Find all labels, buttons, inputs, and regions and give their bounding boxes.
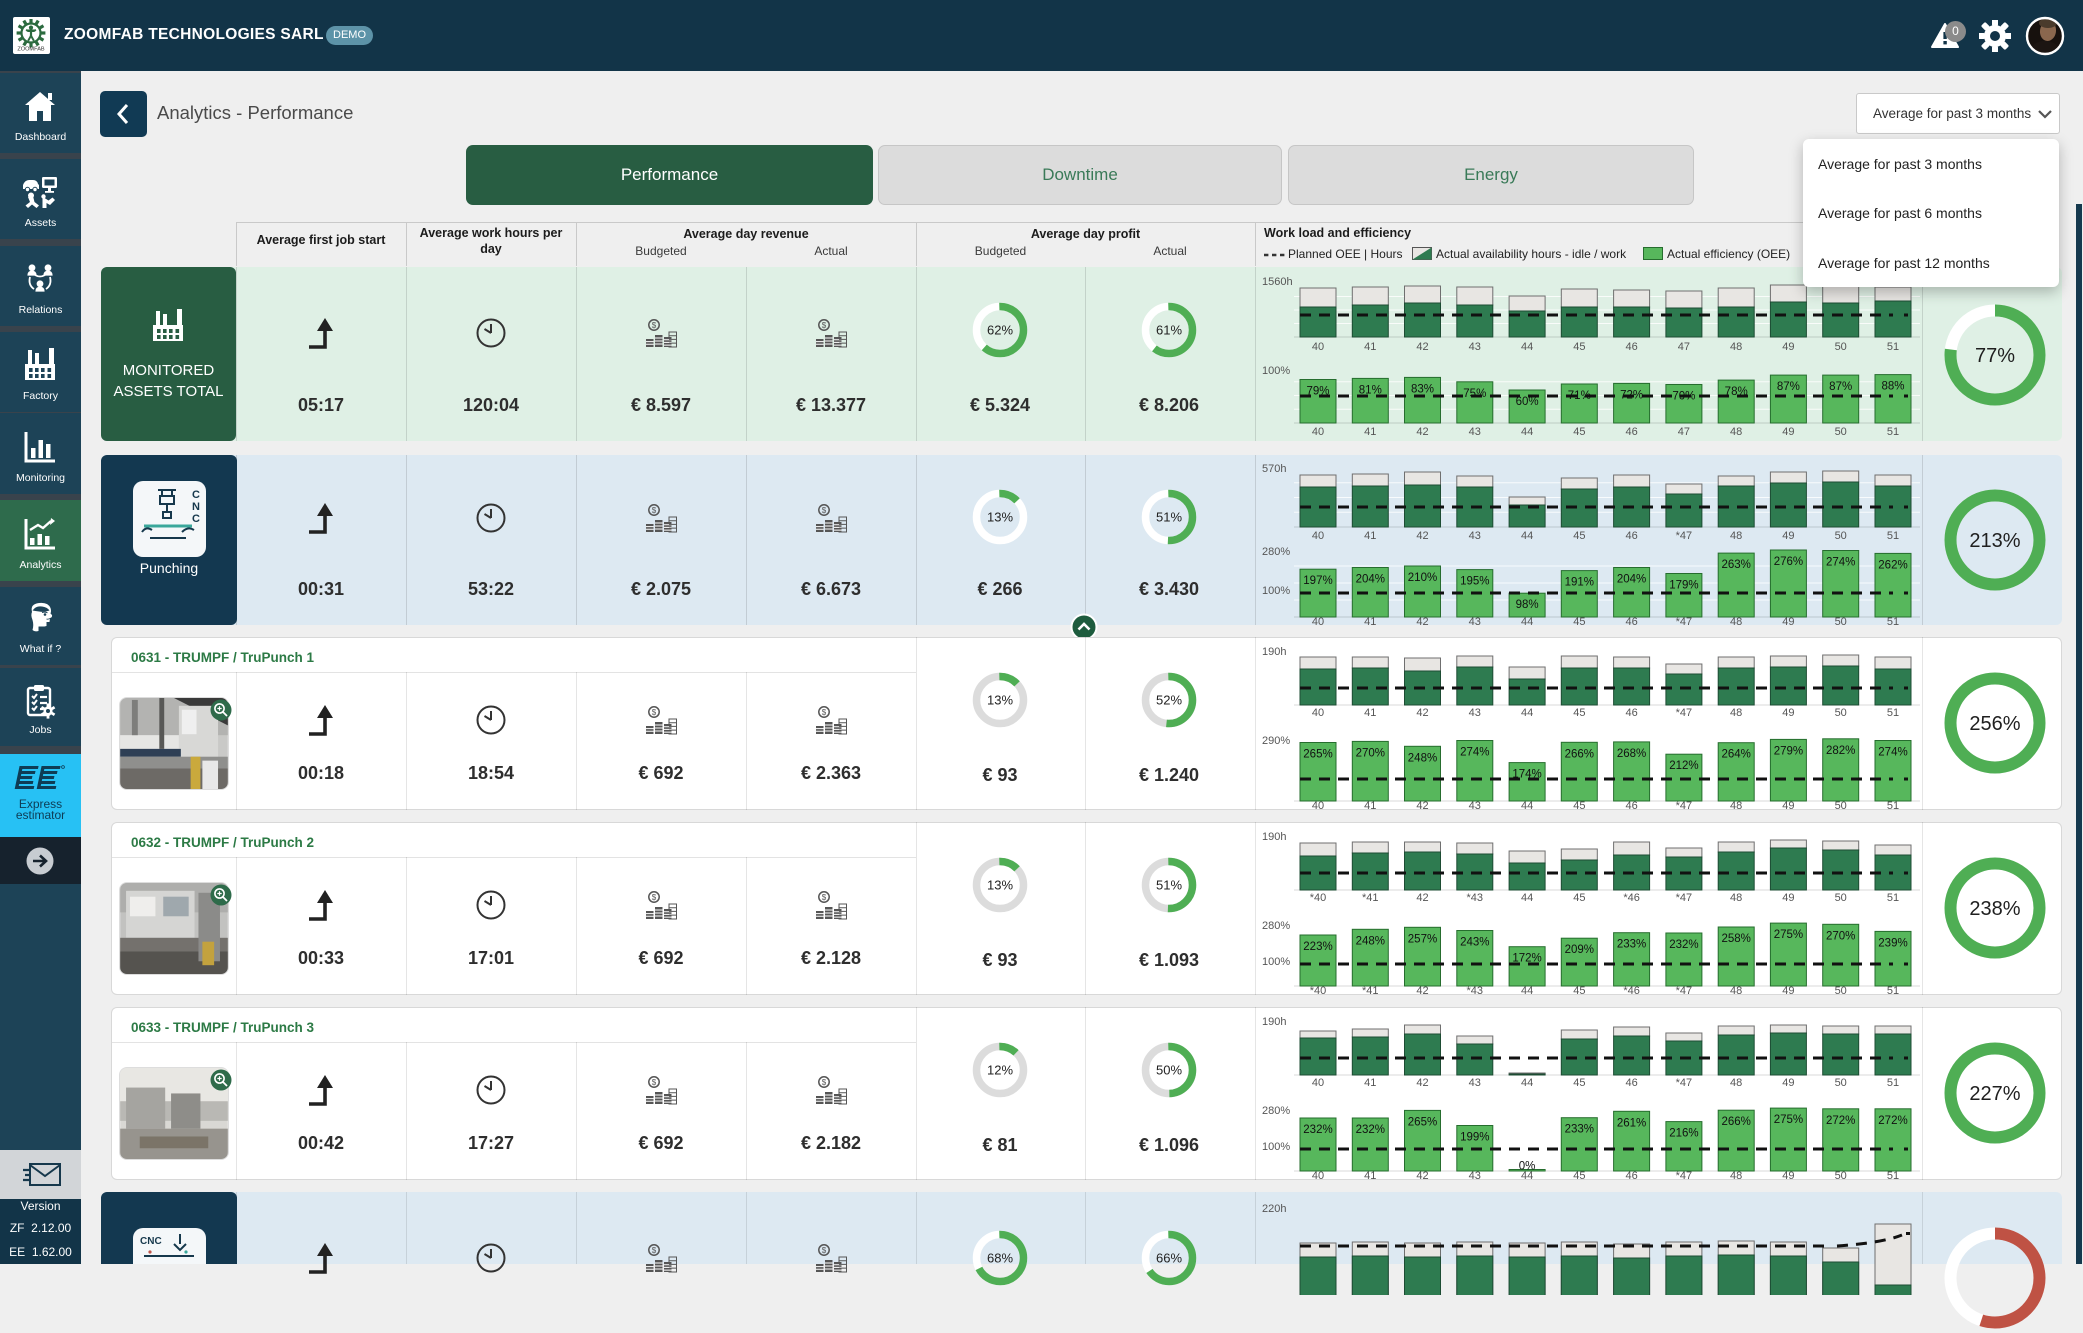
svg-text:$: $ bbox=[652, 506, 657, 515]
svg-text:87%: 87% bbox=[1829, 381, 1852, 393]
svg-text:51%: 51% bbox=[1156, 878, 1182, 893]
svg-text:CNC: CNC bbox=[140, 1236, 162, 1247]
svg-text:71%: 71% bbox=[1568, 390, 1591, 402]
svg-text:66%: 66% bbox=[1156, 1251, 1182, 1266]
svg-text:272%: 272% bbox=[1826, 1115, 1855, 1127]
svg-text:274%: 274% bbox=[1878, 747, 1907, 759]
svg-text:79%: 79% bbox=[1306, 386, 1329, 398]
svg-text:72%: 72% bbox=[1620, 389, 1643, 401]
svg-text:212%: 212% bbox=[1669, 760, 1698, 772]
svg-text:239%: 239% bbox=[1878, 937, 1907, 949]
svg-text:$: $ bbox=[822, 506, 827, 515]
svg-text:87%: 87% bbox=[1777, 381, 1800, 393]
svg-text:199%: 199% bbox=[1460, 1132, 1489, 1144]
svg-text:233%: 233% bbox=[1617, 939, 1646, 951]
svg-text:68%: 68% bbox=[987, 1251, 1013, 1266]
svg-text:275%: 275% bbox=[1774, 929, 1803, 941]
svg-text:243%: 243% bbox=[1460, 937, 1489, 949]
svg-text:172%: 172% bbox=[1512, 953, 1541, 965]
svg-text:263%: 263% bbox=[1721, 559, 1750, 571]
svg-text:191%: 191% bbox=[1565, 577, 1594, 589]
svg-text:266%: 266% bbox=[1721, 1116, 1750, 1128]
svg-text:62%: 62% bbox=[987, 323, 1013, 338]
svg-text:$: $ bbox=[652, 708, 657, 717]
svg-text:51%: 51% bbox=[1156, 510, 1182, 525]
svg-text:77%: 77% bbox=[1975, 345, 2015, 367]
svg-text:268%: 268% bbox=[1617, 748, 1646, 760]
svg-text:274%: 274% bbox=[1826, 557, 1855, 569]
svg-text:60%: 60% bbox=[1516, 396, 1539, 408]
svg-text:83%: 83% bbox=[1411, 383, 1434, 395]
svg-text:78%: 78% bbox=[1725, 386, 1748, 398]
svg-text:88%: 88% bbox=[1881, 381, 1904, 393]
svg-text:C: C bbox=[192, 489, 200, 501]
svg-text:264%: 264% bbox=[1721, 749, 1750, 761]
svg-text:$: $ bbox=[652, 1078, 657, 1087]
svg-text:209%: 209% bbox=[1565, 944, 1594, 956]
svg-text:233%: 233% bbox=[1565, 1124, 1594, 1136]
svg-text:81%: 81% bbox=[1359, 384, 1382, 396]
svg-text:276%: 276% bbox=[1774, 556, 1803, 568]
svg-text:265%: 265% bbox=[1303, 749, 1332, 761]
svg-text:256%: 256% bbox=[1969, 713, 2020, 735]
svg-text:213%: 213% bbox=[1969, 530, 2020, 552]
svg-text:248%: 248% bbox=[1408, 752, 1437, 764]
svg-text:197%: 197% bbox=[1303, 575, 1332, 587]
svg-text:ZOOMFAB: ZOOMFAB bbox=[17, 47, 45, 53]
svg-text:270%: 270% bbox=[1356, 747, 1385, 759]
svg-text:$: $ bbox=[822, 1078, 827, 1087]
svg-text:204%: 204% bbox=[1356, 574, 1385, 586]
svg-text:232%: 232% bbox=[1356, 1124, 1385, 1136]
svg-text:$: $ bbox=[822, 321, 827, 330]
svg-text:275%: 275% bbox=[1774, 1114, 1803, 1126]
svg-text:258%: 258% bbox=[1721, 933, 1750, 945]
svg-text:262%: 262% bbox=[1878, 559, 1907, 571]
svg-text:C: C bbox=[192, 513, 200, 525]
svg-text:223%: 223% bbox=[1303, 941, 1332, 953]
svg-text:266%: 266% bbox=[1565, 748, 1594, 760]
svg-text:61%: 61% bbox=[1156, 323, 1182, 338]
svg-text:$: $ bbox=[822, 708, 827, 717]
svg-text:204%: 204% bbox=[1617, 574, 1646, 586]
svg-text:$: $ bbox=[652, 321, 657, 330]
svg-text:257%: 257% bbox=[1408, 933, 1437, 945]
svg-text:75%: 75% bbox=[1463, 388, 1486, 400]
svg-text:98%: 98% bbox=[1516, 599, 1539, 611]
svg-text:238%: 238% bbox=[1969, 898, 2020, 920]
svg-text:179%: 179% bbox=[1669, 580, 1698, 592]
svg-text:N: N bbox=[192, 501, 200, 513]
svg-text:232%: 232% bbox=[1669, 939, 1698, 951]
svg-text:279%: 279% bbox=[1774, 745, 1803, 757]
svg-text:265%: 265% bbox=[1408, 1116, 1437, 1128]
svg-text:274%: 274% bbox=[1460, 747, 1489, 759]
svg-text:174%: 174% bbox=[1512, 769, 1541, 781]
svg-text:227%: 227% bbox=[1969, 1083, 2020, 1105]
svg-text:248%: 248% bbox=[1356, 935, 1385, 947]
svg-text:$: $ bbox=[652, 1246, 657, 1255]
svg-text:13%: 13% bbox=[987, 693, 1013, 708]
svg-text:13%: 13% bbox=[987, 510, 1013, 525]
svg-text:13%: 13% bbox=[987, 878, 1013, 893]
svg-text:282%: 282% bbox=[1826, 745, 1855, 757]
svg-text:216%: 216% bbox=[1669, 1128, 1698, 1140]
svg-text:261%: 261% bbox=[1617, 1117, 1646, 1129]
svg-text:$: $ bbox=[822, 893, 827, 902]
svg-text:50%: 50% bbox=[1156, 1063, 1182, 1078]
svg-text:$: $ bbox=[822, 1246, 827, 1255]
svg-text:12%: 12% bbox=[987, 1063, 1013, 1078]
svg-text:210%: 210% bbox=[1408, 572, 1437, 584]
svg-text:270%: 270% bbox=[1826, 930, 1855, 942]
svg-text:$: $ bbox=[652, 893, 657, 902]
svg-text:232%: 232% bbox=[1303, 1124, 1332, 1136]
svg-text:52%: 52% bbox=[1156, 693, 1182, 708]
svg-text:70%: 70% bbox=[1672, 391, 1695, 403]
svg-text:272%: 272% bbox=[1878, 1115, 1907, 1127]
svg-text:195%: 195% bbox=[1460, 576, 1489, 588]
